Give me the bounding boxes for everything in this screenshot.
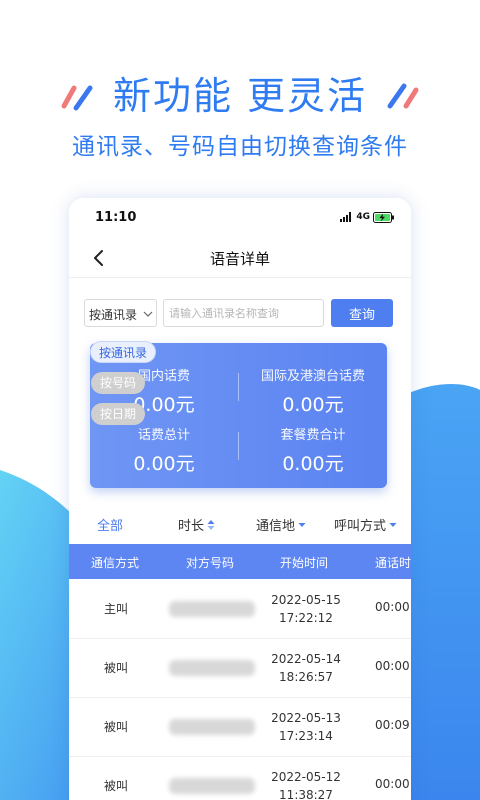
nav-bar: 语音详单 (69, 238, 411, 278)
search-input[interactable] (163, 299, 324, 327)
sort-icon (207, 519, 215, 530)
start-time: 2022-05-12 11:38:27 (261, 768, 351, 800)
call-type: 被叫 (104, 720, 129, 734)
status-icons: 4G (340, 211, 395, 223)
tab-label: 全部 (97, 519, 124, 534)
table-row[interactable]: 被叫 2022-05-13 17:23:14 00:09 (69, 698, 411, 757)
stat-value: 0.00元 (282, 453, 344, 475)
page-title: 语音详单 (209, 250, 270, 268)
tab-label: 通信地 (256, 519, 296, 534)
table-row[interactable]: 主叫 2022-05-15 17:22:12 00:00 (69, 580, 411, 639)
call-type: 被叫 (104, 661, 129, 675)
start-time: 2022-05-13 17:23:14 (261, 709, 351, 745)
network-type: 4G (356, 212, 370, 222)
start-clock: 17:22:12 (279, 611, 333, 625)
column-header: 对方号码 (186, 556, 235, 570)
table-row[interactable]: 被叫 2022-05-12 11:38:27 00:00 (69, 757, 411, 800)
summary-package: 套餐费合计 0.00元 (239, 424, 387, 476)
caret-down-icon (389, 522, 397, 527)
call-duration: 00:00 (375, 600, 410, 614)
call-type: 被叫 (104, 779, 129, 793)
redacted-number (169, 778, 255, 794)
promo-headline: 新功能 更灵活 (0, 68, 480, 124)
dropdown-option-contacts[interactable]: 按通讯录 (90, 341, 156, 363)
filter-tabs: 全部 时长 通信地 呼叫方式 (69, 510, 411, 538)
column-header: 通话时 (375, 556, 411, 570)
stat-label: 套餐费合计 (280, 428, 346, 443)
query-type-select[interactable]: 按通讯录 (84, 299, 157, 327)
start-date: 2022-05-13 (271, 711, 341, 725)
summary-total: 话费总计 0.00元 (90, 424, 238, 476)
signal-icon (340, 212, 352, 222)
start-clock: 17:23:14 (279, 729, 333, 743)
column-header: 开始时间 (280, 556, 329, 570)
promo-subline: 通讯录、号码自由切换查询条件 (72, 134, 408, 160)
stat-value: 0.00元 (133, 453, 195, 475)
summary-international: 国际及港澳台话费 0.00元 (239, 365, 387, 417)
redacted-number (169, 601, 255, 617)
promo-headline-text: 新功能 更灵活 (112, 74, 368, 118)
stat-value: 0.00元 (282, 394, 344, 416)
query-type-dropdown: 按通讯录 按号码 按日期 (87, 338, 157, 428)
dropdown-option-date[interactable]: 按日期 (91, 403, 145, 425)
battery-charging-icon (373, 211, 394, 223)
start-date: 2022-05-14 (271, 652, 341, 666)
call-duration: 00:00 (375, 659, 410, 673)
start-clock: 11:38:27 (279, 788, 333, 800)
redacted-number (169, 660, 255, 676)
caret-down-icon (298, 522, 306, 527)
call-type: 主叫 (104, 602, 129, 616)
query-type-selected: 按通讯录 (89, 308, 138, 322)
redacted-number (169, 719, 255, 735)
column-header: 通信方式 (91, 556, 140, 570)
status-bar: 11:10 4G (69, 198, 411, 238)
tab-all[interactable]: 全部 (97, 515, 123, 534)
tab-label: 时长 (178, 519, 205, 534)
call-duration: 00:00 (375, 777, 410, 791)
call-duration: 00:09 (375, 718, 410, 732)
table-header: 通信方式 对方号码 开始时间 通话时 (69, 544, 411, 579)
start-date: 2022-05-12 (271, 770, 341, 784)
phone-frame: 11:10 4G 语音详单 按通讯录 请输入通讯录名称查询 查询 国内话费 0.… (69, 198, 411, 800)
query-button[interactable]: 查询 (331, 299, 393, 327)
stat-label: 国际及港澳台话费 (260, 369, 365, 384)
table-row[interactable]: 被叫 2022-05-14 18:26:57 00:00 (69, 639, 411, 698)
start-time: 2022-05-15 17:22:12 (261, 591, 351, 627)
tab-label: 呼叫方式 (334, 519, 387, 534)
tab-location[interactable]: 通信地 (256, 515, 306, 534)
start-date: 2022-05-15 (271, 593, 341, 607)
chevron-down-icon (143, 311, 153, 317)
status-time: 11:10 (95, 210, 137, 225)
tab-call-type[interactable]: 呼叫方式 (334, 515, 397, 534)
start-clock: 18:26:57 (279, 670, 333, 684)
tab-duration[interactable]: 时长 (178, 515, 215, 534)
filter-row: 按通讯录 查询 (84, 299, 396, 327)
dropdown-option-number[interactable]: 按号码 (91, 372, 145, 394)
start-time: 2022-05-14 18:26:57 (261, 650, 351, 686)
